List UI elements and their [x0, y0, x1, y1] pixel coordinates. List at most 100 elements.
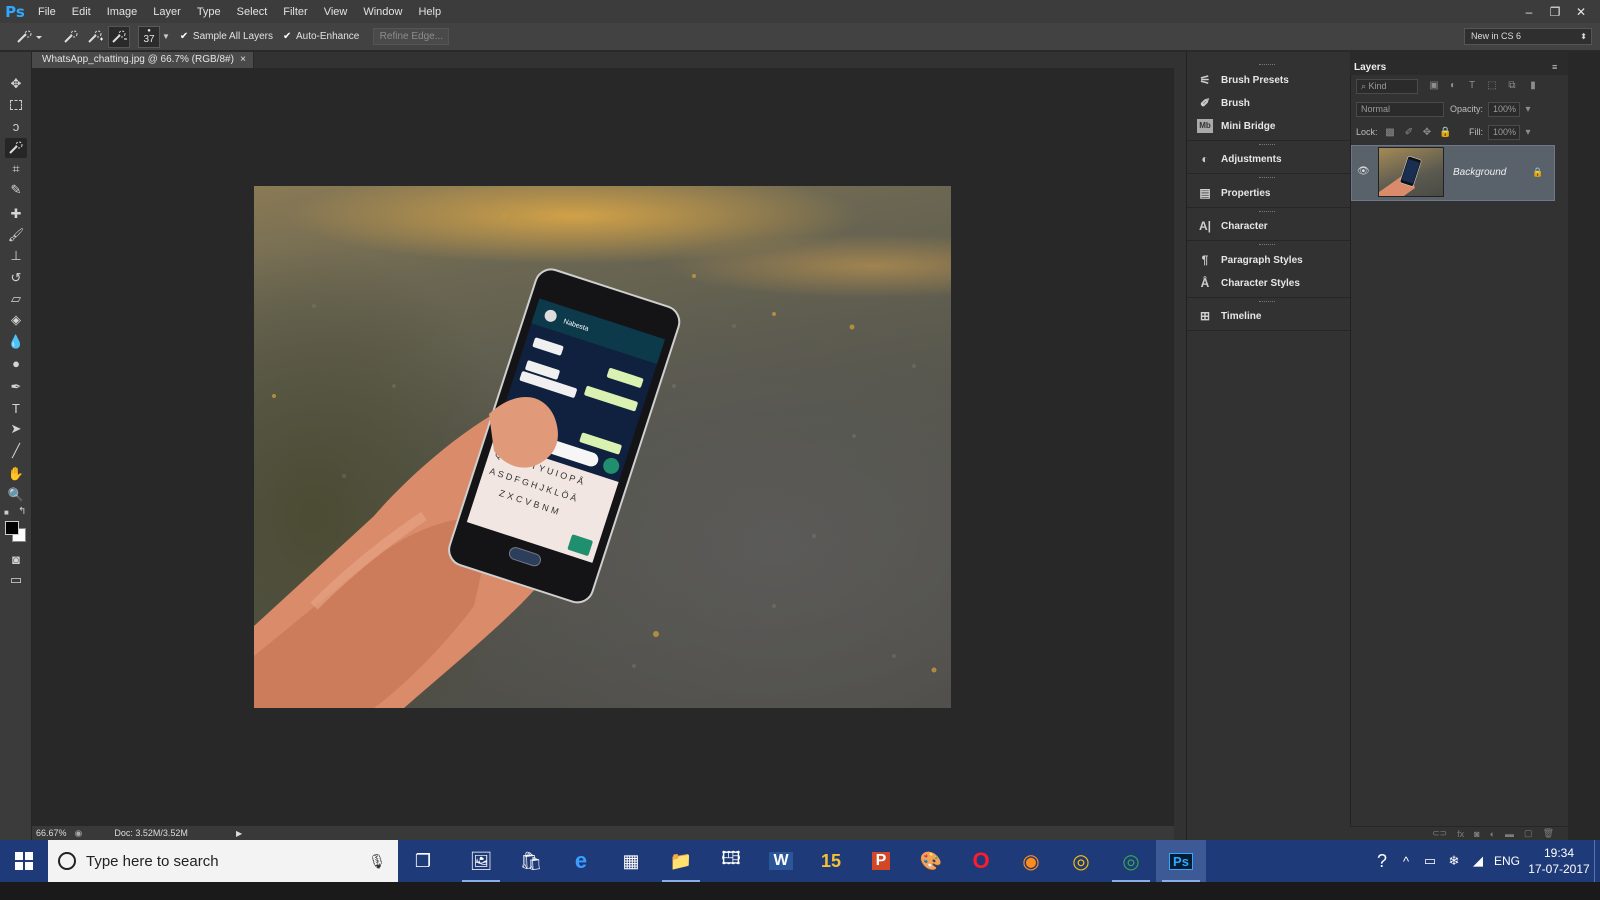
panel-mini-bridge[interactable]: Mb Mini Bridge	[1197, 116, 1347, 136]
taskbar-app-word[interactable]: W	[756, 840, 806, 882]
menu-type[interactable]: Type	[189, 6, 229, 18]
snowflake-icon[interactable]: ❄	[1442, 853, 1466, 869]
fill-input[interactable]: 100%	[1488, 125, 1520, 140]
lock-all-icon[interactable]: 🔒	[1439, 127, 1451, 139]
document-tab[interactable]: WhatsApp_chatting.jpg @ 66.7% (RGB/8#) ×	[32, 52, 254, 68]
quick-mask-icon[interactable]: ◙	[5, 549, 27, 569]
pen-tool-icon[interactable]: ✒	[5, 377, 27, 397]
taskbar-app-opera[interactable]: O	[956, 840, 1006, 882]
start-button[interactable]	[0, 840, 48, 882]
marquee-tool-icon[interactable]	[5, 95, 27, 115]
visibility-eye-icon[interactable]: 👁	[1357, 166, 1370, 177]
taskbar-app-file-explorer[interactable]: 📁	[656, 840, 706, 882]
taskbar-app-chrome-apps[interactable]: ◎	[1106, 840, 1156, 882]
blur-tool-icon[interactable]: 💧	[5, 332, 27, 352]
crop-tool-icon[interactable]: ⌗	[5, 159, 27, 179]
battery-icon[interactable]: ▭	[1418, 853, 1442, 869]
menu-image[interactable]: Image	[99, 6, 146, 18]
lock-position-icon[interactable]: ✥	[1421, 127, 1433, 139]
zoom-level[interactable]: 66.67%	[36, 828, 67, 838]
quick-selection-tool-icon[interactable]	[5, 138, 27, 158]
lock-image-icon[interactable]: ✐	[1403, 127, 1415, 139]
filter-shape-icon[interactable]: ⬚	[1486, 80, 1498, 92]
auto-enhance-checkbox[interactable]: ✔ Auto-Enhance	[283, 31, 359, 42]
wifi-icon[interactable]: ◢	[1466, 853, 1490, 869]
sample-all-layers-checkbox[interactable]: ✔ Sample All Layers	[180, 31, 273, 42]
menu-help[interactable]: Help	[410, 6, 449, 18]
lasso-tool-icon[interactable]: ↄ	[5, 116, 27, 136]
taskbar-app-powerpoint[interactable]: P	[856, 840, 906, 882]
healing-brush-tool-icon[interactable]: ✚	[5, 204, 27, 224]
refine-edge-button[interactable]: Refine Edge...	[373, 28, 450, 45]
status-info-icon[interactable]: ◉	[75, 828, 83, 839]
swap-colors-icon[interactable]: ↰	[18, 506, 26, 517]
taskbar-app-chrome[interactable]: ◎	[1056, 840, 1106, 882]
status-menu-arrow-icon[interactable]: ▶	[236, 829, 242, 838]
line-tool-icon[interactable]: ╱	[5, 441, 27, 461]
task-view-button[interactable]: ❐	[398, 840, 448, 882]
tool-preset-picker[interactable]	[14, 26, 44, 48]
screen-mode-icon[interactable]: ▭	[5, 570, 27, 590]
menu-layer[interactable]: Layer	[145, 6, 189, 18]
panel-brush[interactable]: ✐ Brush	[1197, 93, 1347, 113]
lock-transparent-icon[interactable]: ▩	[1384, 127, 1396, 139]
close-tab-icon[interactable]: ×	[240, 52, 246, 68]
new-selection-brush-icon[interactable]	[60, 26, 82, 48]
taskbar-app-photos[interactable]: 🖼	[456, 840, 506, 882]
taskbar-app-store[interactable]: 🛍	[506, 840, 556, 882]
vertical-scrollbar[interactable]	[1174, 68, 1186, 826]
panel-paragraph-styles[interactable]: ¶ Paragraph Styles	[1197, 250, 1347, 270]
zoom-tool-icon[interactable]: 🔍	[5, 485, 27, 505]
clone-stamp-tool-icon[interactable]: ⊥	[5, 246, 27, 266]
taskbar-app-edge[interactable]: e	[556, 840, 606, 882]
foreground-color-swatch[interactable]	[5, 521, 19, 535]
layer-style-icon[interactable]: fx	[1457, 829, 1464, 839]
delete-layer-icon[interactable]: 🗑	[1543, 828, 1554, 839]
panel-adjustments[interactable]: ◐ Adjustments	[1197, 149, 1347, 169]
taskbar-app-fifteen[interactable]: 15	[806, 840, 856, 882]
help-icon[interactable]: ?	[1370, 851, 1394, 872]
brush-size-picker[interactable]: ● 37	[138, 25, 160, 48]
filter-smart-object-icon[interactable]: ⧉	[1506, 80, 1518, 92]
close-button[interactable]: ✕	[1570, 3, 1592, 21]
panel-brush-presets[interactable]: ⚟ Brush Presets	[1197, 70, 1347, 90]
filter-type-icon[interactable]: T	[1466, 80, 1478, 92]
new-layer-icon[interactable]: ▢	[1524, 828, 1533, 839]
chevron-down-icon[interactable]: ▼	[162, 32, 170, 41]
eyedropper-tool-icon[interactable]: ✎	[5, 180, 27, 200]
menu-window[interactable]: Window	[355, 6, 410, 18]
panel-timeline[interactable]: ⊞ Timeline	[1197, 306, 1347, 326]
show-hidden-icons-icon[interactable]: ^	[1394, 854, 1418, 869]
filter-adjustment-icon[interactable]: ◐	[1447, 80, 1459, 92]
link-layers-icon[interactable]: ⊂⊃	[1432, 828, 1447, 839]
path-selection-tool-icon[interactable]: ➤	[5, 419, 27, 439]
history-brush-tool-icon[interactable]: ↺	[5, 268, 27, 288]
panel-character-styles[interactable]: Å Character Styles	[1197, 273, 1347, 293]
eraser-tool-icon[interactable]: ▱	[5, 289, 27, 309]
panel-properties[interactable]: ▤ Properties	[1197, 183, 1347, 203]
hand-tool-icon[interactable]: ✋	[5, 464, 27, 484]
menu-file[interactable]: File	[30, 6, 64, 18]
taskbar-search-box[interactable]: Type here to search 🎙	[48, 840, 398, 882]
opacity-dropdown-icon[interactable]: ▾	[1522, 104, 1534, 116]
add-to-selection-brush-icon[interactable]	[84, 26, 106, 48]
layers-panel-title[interactable]: Layers	[1354, 62, 1386, 73]
language-indicator[interactable]: ENG	[1490, 854, 1524, 868]
dodge-tool-icon[interactable]: ●	[5, 353, 27, 373]
menu-select[interactable]: Select	[229, 6, 276, 18]
menu-filter[interactable]: Filter	[275, 6, 315, 18]
taskbar-app-photoshop[interactable]: Ps	[1156, 840, 1206, 882]
workspace-select[interactable]: New in CS 6 ⬍	[1464, 28, 1592, 45]
show-desktop-button[interactable]	[1594, 840, 1600, 882]
add-mask-icon[interactable]: ◙	[1474, 829, 1479, 839]
filter-pixel-icon[interactable]: ▣	[1428, 80, 1440, 92]
menu-edit[interactable]: Edit	[64, 6, 99, 18]
brush-tool-icon[interactable]: 🖌	[5, 225, 27, 245]
panel-character[interactable]: A| Character	[1197, 216, 1347, 236]
opacity-input[interactable]: 100%	[1488, 102, 1520, 117]
layer-filter-kind-select[interactable]: ⌕ Kind	[1356, 79, 1418, 94]
document-image[interactable]: Nabesta QWERTYUIOPÅ ASDFGHJKLÖÄ ZXCVBNM	[254, 186, 951, 708]
filter-toggle-icon[interactable]: ▮	[1527, 80, 1539, 92]
minimize-button[interactable]: –	[1518, 3, 1540, 21]
blend-mode-select[interactable]: Normal	[1356, 102, 1444, 117]
